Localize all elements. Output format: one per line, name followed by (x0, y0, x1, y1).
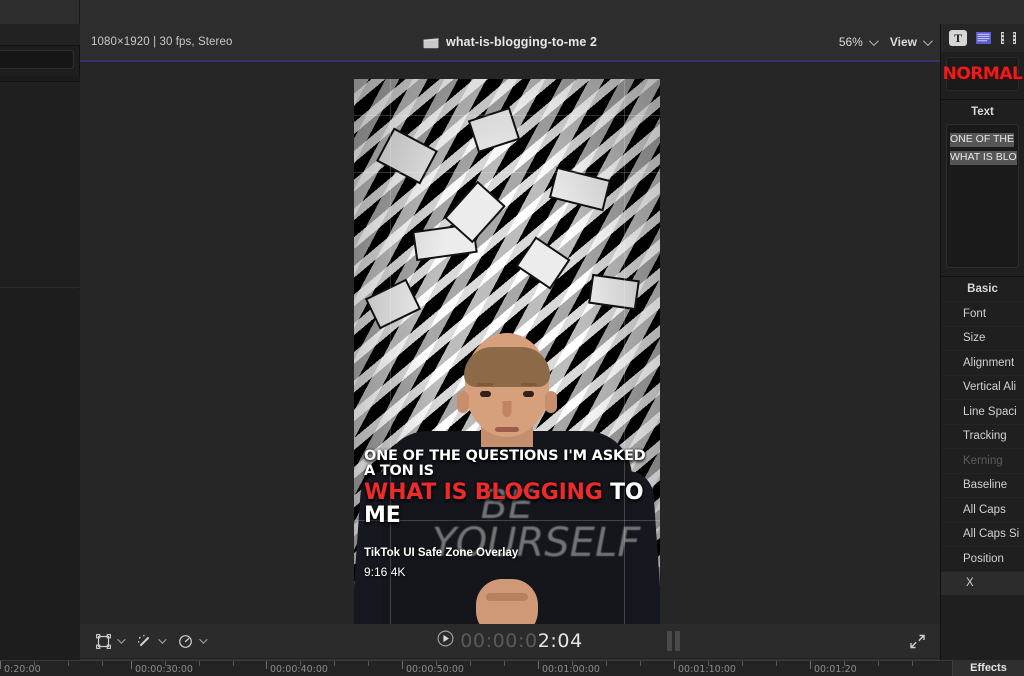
caption-line-1: ONE OF THE QUESTIONS I'M ASKED A TON IS (364, 448, 646, 480)
title-inspector-tab[interactable] (974, 30, 992, 46)
viewer-title: what-is-blogging-to-me 2 (446, 35, 597, 49)
ruler-label: 00:00:50:00 (406, 664, 464, 675)
property-row-baseline[interactable]: Baseline (941, 472, 1024, 498)
ruler-label: 00:00:40:00 (270, 664, 328, 675)
chevron-down-icon[interactable] (117, 635, 126, 644)
expand-arrows-icon[interactable] (909, 633, 926, 650)
property-row-font[interactable]: Font (941, 301, 1024, 326)
play-circle-icon (437, 630, 454, 652)
left-panel-list[interactable] (0, 82, 80, 288)
viewer-header-controls: 56% View (838, 24, 933, 60)
chevron-down-icon (868, 35, 879, 46)
zoom-level-value: 56% (838, 35, 863, 49)
property-row-kerning: Kerning (941, 448, 1024, 473)
clapperboard-icon (423, 36, 439, 49)
video-editor-window: 1080×1920 | 30 fps, Stereo what-is-blogg… (0, 0, 1024, 676)
overlay-subtitle: 9:16 4K (364, 564, 406, 579)
property-row-size[interactable]: Size (941, 325, 1024, 351)
left-panel-search[interactable] (0, 48, 80, 72)
viewer-header: 1080×1920 | 30 fps, Stereo what-is-blogg… (80, 24, 940, 60)
property-row-tracking[interactable]: Tracking (941, 423, 1024, 449)
view-menu-button[interactable]: View (889, 35, 933, 49)
timeline-ruler[interactable]: 0:20:00 00:00:30:00 00:00:40:00 00:00:50… (0, 660, 1024, 676)
search-input[interactable] (0, 50, 74, 69)
effects-tab-label: Effects (970, 662, 1007, 674)
effects-tab[interactable]: Effects (952, 660, 1024, 676)
property-row-alignment[interactable]: Alignment (941, 350, 1024, 375)
chevron-down-icon[interactable] (199, 635, 208, 644)
viewer-tool-group (92, 630, 212, 652)
ruler-label: 00:01:00:00 (542, 664, 600, 675)
text-style-preview[interactable]: NORMAL (943, 57, 1023, 91)
timecode-active: 2:04 (537, 630, 583, 652)
left-panel-lower-list[interactable] (0, 289, 80, 676)
zoom-level-dropdown[interactable]: 56% (838, 35, 879, 49)
text-inspector-tab[interactable]: T (949, 30, 967, 46)
timecode-leading-zeros: 00:00:0 (460, 630, 538, 652)
left-panel-header (0, 24, 80, 46)
property-row-all-caps[interactable]: All Caps (941, 497, 1024, 522)
text-editor-line-2: WHAT IS BLO (950, 151, 1017, 165)
text-section-header: Text (971, 106, 994, 118)
clip-metadata: 1080×1920 | 30 fps, Stereo (91, 36, 233, 48)
basic-section-header: Basic (967, 283, 998, 295)
viewer-canvas[interactable]: BE YOURSELF ONE OF THE QUESTIONS I'M ASK… (80, 60, 940, 624)
view-menu-label: View (889, 35, 917, 49)
inspector-panel: T NORMAL Text ONE OF THE WHAT IS BLO Bas… (940, 24, 1024, 676)
text-tab-label: T (953, 30, 962, 45)
property-row-vertical-alignment[interactable]: Vertical Ali (941, 374, 1024, 400)
chevron-down-icon (922, 35, 933, 46)
chevron-down-icon[interactable] (158, 635, 167, 644)
viewer-panel: 1080×1920 | 30 fps, Stereo what-is-blogg… (80, 24, 940, 676)
ruler-label: 00:01:10:00 (678, 664, 736, 675)
property-row-x[interactable]: X (941, 570, 1024, 595)
overlay-title: TikTok UI Safe Zone Overlay (364, 547, 519, 559)
caption-highlight: WHAT IS BLOGGING (364, 479, 603, 505)
text-editor-line-1: ONE OF THE (950, 133, 1014, 147)
left-browser-panel (0, 24, 80, 676)
ruler-label: 0:20:00 (4, 664, 41, 675)
property-row-all-caps-size[interactable]: All Caps Si (941, 521, 1024, 547)
viewer-accent-line (80, 60, 940, 62)
audio-meter (667, 631, 680, 651)
ruler-label: 00:01:20 (814, 664, 857, 675)
safe-zone-guides (354, 79, 660, 624)
text-editor-field[interactable]: ONE OF THE WHAT IS BLO (946, 124, 1019, 268)
magic-wand-icon[interactable] (133, 630, 155, 652)
property-row-line-spacing[interactable]: Line Spaci (941, 399, 1024, 424)
style-preview-label: NORMAL (942, 64, 1023, 84)
property-row-position[interactable]: Position (941, 546, 1024, 571)
viewer-toolbar: 00:00:02:04 (80, 624, 940, 658)
window-top-strip (0, 0, 1024, 24)
overlay-metadata: TikTok UI Safe Zone Overlay 9:16 4K (364, 545, 518, 581)
top-strip-left-cell (0, 0, 80, 24)
timecode-value: 00:00:02:04 (460, 630, 583, 652)
video-inspector-tab[interactable] (999, 30, 1017, 46)
inspector-tab-bar: T (941, 24, 1024, 52)
ruler-label: 00:00:30:00 (135, 664, 193, 675)
caption-overlay: ONE OF THE QUESTIONS I'M ASKED A TON IS … (360, 448, 654, 528)
property-list: Font Size Alignment Vertical Ali Line Sp… (941, 301, 1024, 595)
video-frame[interactable]: BE YOURSELF ONE OF THE QUESTIONS I'M ASK… (354, 79, 660, 624)
caption-line-2: WHAT IS BLOGGING TO ME (360, 479, 654, 528)
transform-icon[interactable] (92, 630, 114, 652)
speedometer-icon[interactable] (174, 630, 196, 652)
lines-icon (975, 32, 991, 44)
filmstrip-icon (1000, 32, 1016, 44)
